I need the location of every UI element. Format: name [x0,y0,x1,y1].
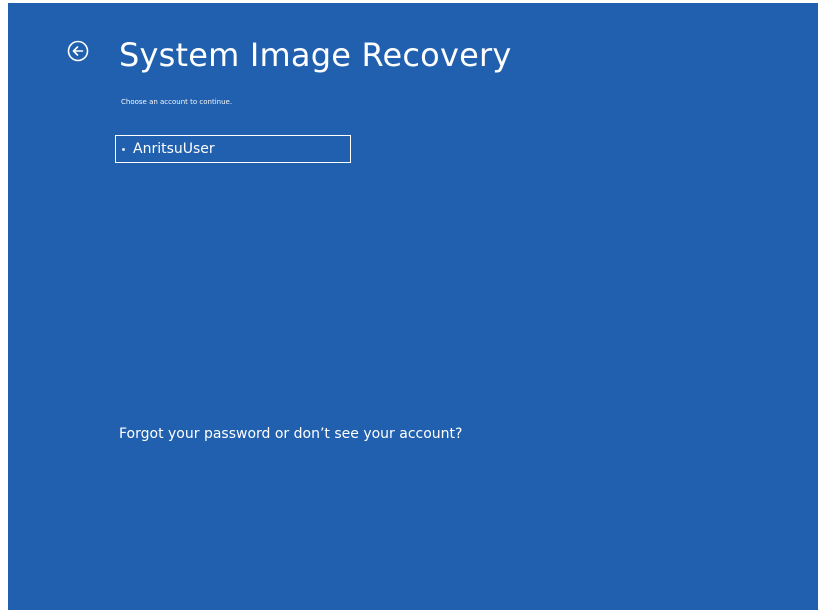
bullet-icon [122,147,125,151]
account-list: AnritsuUser [115,135,351,163]
account-label: AnritsuUser [133,141,215,157]
page-subtitle: Choose an account to continue. [121,98,233,106]
account-item-anritsuuser[interactable]: AnritsuUser [115,135,351,163]
recovery-screen: System Image Recovery Choose an account … [8,3,818,610]
back-arrow-icon[interactable] [67,40,89,62]
forgot-password-link[interactable]: Forgot your password or don’t see your a… [119,425,462,443]
page-title: System Image Recovery [119,36,512,74]
